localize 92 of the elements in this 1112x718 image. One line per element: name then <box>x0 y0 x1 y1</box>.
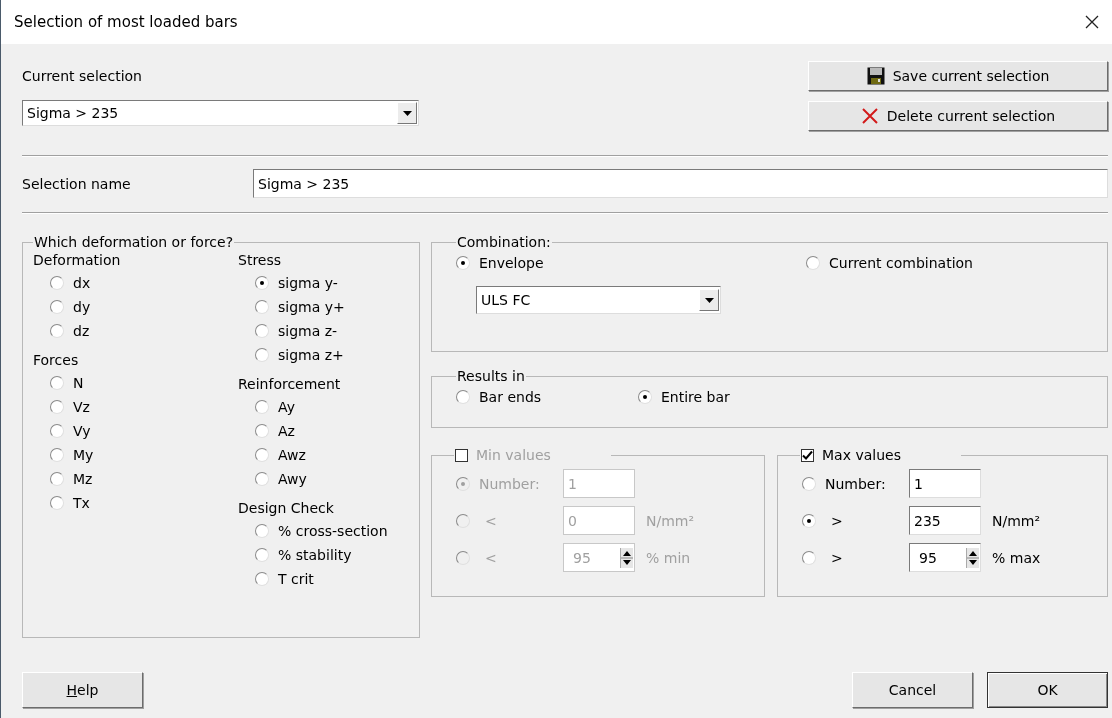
radio-button[interactable] <box>50 424 64 438</box>
section-heading: Stress <box>238 252 283 268</box>
delete-selection-button[interactable]: Delete current selection <box>808 101 1108 131</box>
option-label: My <box>73 447 94 463</box>
option-label: Mz <box>73 471 93 487</box>
option-label: Envelope <box>479 255 544 271</box>
radio-button[interactable] <box>638 390 652 404</box>
number-field[interactable]: 1 <box>909 469 981 498</box>
checkmark-icon <box>802 449 813 461</box>
radio-button[interactable] <box>50 448 64 462</box>
delete-cross-icon <box>860 107 879 125</box>
save-selection-button[interactable]: Save current selection <box>808 61 1108 91</box>
caret-icon <box>402 110 412 116</box>
spin-field[interactable]: 95 <box>909 543 981 572</box>
radio-button[interactable] <box>255 524 269 538</box>
option-label: Az <box>278 423 295 439</box>
unit-label: % min <box>646 549 691 566</box>
option-label: Tx <box>73 495 90 511</box>
radio-button[interactable] <box>255 424 269 438</box>
unit-label: N/mm² <box>646 512 695 529</box>
option-label: Entire bar <box>661 389 730 405</box>
checkbox[interactable]: Max values <box>801 447 901 463</box>
section-heading: Reinforcement <box>238 376 342 392</box>
selection-dropdown[interactable]: Sigma > 235 <box>22 100 419 126</box>
radio-button[interactable] <box>255 448 269 462</box>
option-label: Awz <box>278 447 306 463</box>
radio-button[interactable] <box>456 550 470 565</box>
radio-button[interactable] <box>802 476 816 491</box>
radio-button[interactable] <box>255 324 269 338</box>
envelope-dropdown[interactable]: ULS FC <box>476 286 721 314</box>
group-title: Which deformation or force? <box>33 234 235 250</box>
option-label: Vz <box>73 399 90 415</box>
section-heading: Forces <box>33 352 80 368</box>
unit-label: % max <box>992 549 1041 566</box>
radio-button[interactable] <box>255 300 269 314</box>
selection-name-label: Selection name <box>22 175 132 192</box>
section-heading: Deformation <box>33 252 122 268</box>
option-label: sigma y- <box>278 275 338 291</box>
option-label: sigma y+ <box>278 299 345 315</box>
radio-button[interactable] <box>50 472 64 486</box>
radio-button[interactable] <box>255 276 269 290</box>
option-label: dy <box>73 299 91 315</box>
radio-button[interactable] <box>50 324 64 338</box>
radio-button[interactable] <box>255 400 269 414</box>
unit-label: N/mm² <box>992 512 1041 529</box>
option-label: dx <box>73 275 91 291</box>
option-label: Number: <box>479 475 540 492</box>
radio-button[interactable] <box>802 513 816 528</box>
option-label: sigma z+ <box>278 347 344 363</box>
current-selection-label: Current selection <box>22 68 143 84</box>
radio-button[interactable] <box>456 476 470 491</box>
option-label: sigma z- <box>278 323 338 339</box>
option-label: Current combination <box>829 255 973 271</box>
option-label: Awy <box>278 471 307 487</box>
option-label: % cross-section <box>278 523 388 539</box>
option-label: < <box>484 549 497 566</box>
option-label: dz <box>73 323 90 339</box>
group-title: Results in <box>456 368 526 384</box>
radio-button[interactable] <box>50 276 64 290</box>
radio-button[interactable] <box>456 390 470 404</box>
option-label: Bar ends <box>479 389 542 405</box>
radio-button[interactable] <box>806 256 820 270</box>
cancel-button[interactable]: Cancel <box>852 672 973 708</box>
number-field[interactable]: 235 <box>909 506 981 535</box>
radio-button[interactable] <box>255 472 269 486</box>
radio-button[interactable] <box>802 550 816 565</box>
radio-button[interactable] <box>50 300 64 314</box>
option-label: Number: <box>825 475 886 492</box>
radio-button[interactable] <box>255 572 269 586</box>
option-label: Vy <box>73 423 91 439</box>
caret-icon <box>704 297 714 303</box>
window-title: Selection of most loaded bars <box>14 13 238 31</box>
radio-button[interactable] <box>50 376 64 390</box>
option-label: N <box>73 375 84 391</box>
radio-button[interactable] <box>50 496 64 510</box>
close-icon[interactable] <box>1084 14 1100 30</box>
radio-button[interactable] <box>456 513 470 528</box>
radio-button[interactable] <box>255 348 269 362</box>
option-label: % stability <box>278 547 352 563</box>
radio-button[interactable] <box>255 548 269 562</box>
ok-button[interactable]: OK <box>987 672 1108 708</box>
section-heading: Design Check <box>238 500 335 516</box>
radio-button[interactable] <box>456 256 470 270</box>
option-label: > <box>830 512 843 529</box>
option-label: > <box>830 549 843 566</box>
option-label: T crit <box>278 571 314 587</box>
option-label: < <box>484 512 497 529</box>
radio-button[interactable] <box>50 400 64 414</box>
group-title: Combination: <box>456 234 552 250</box>
help-button[interactable]: Help <box>22 672 143 708</box>
selection-name-field[interactable]: Sigma > 235 <box>253 169 1108 198</box>
option-label: Ay <box>278 399 295 415</box>
